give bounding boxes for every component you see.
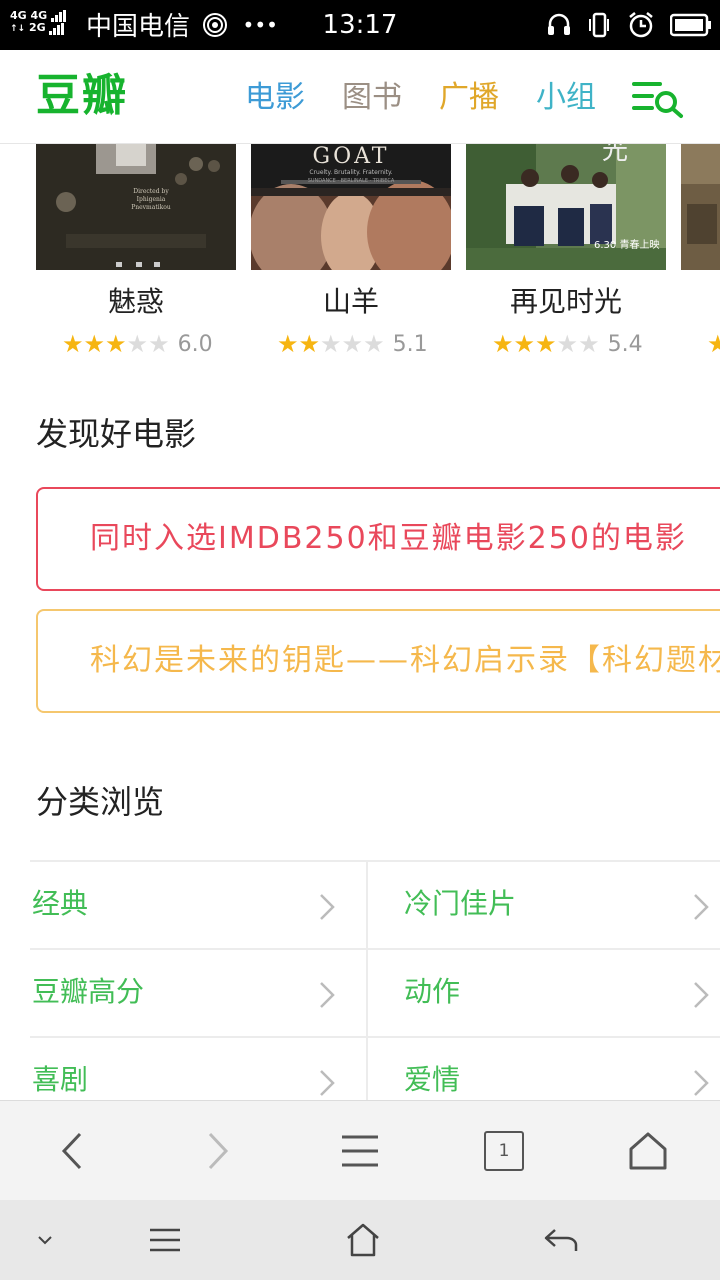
poster-title: GOAT xyxy=(312,144,390,169)
star-icon: ★ xyxy=(148,330,170,358)
star-icon: ★ xyxy=(363,330,385,358)
category-grid: 经典 冷门佳片 豆瓣高分 动作 喜剧 爱情 xyxy=(30,860,720,1100)
star-icon: ★ xyxy=(578,330,600,358)
category-label: 冷门佳片 xyxy=(404,887,517,920)
star-icon: ★ xyxy=(126,330,149,358)
star-icon: ★ xyxy=(320,330,342,358)
movie-rating: ★ ★ ★ ★ ★ 5.1 xyxy=(277,328,428,360)
movie-poster[interactable]: Directed by Iphigenia Pnevmatikou xyxy=(36,144,236,270)
discover-item-scifi[interactable]: 科幻是未来的钥匙——科幻启示录【科幻题材 xyxy=(36,609,720,713)
nav-movie[interactable]: 电影 xyxy=(245,78,305,118)
star-icon: ★ xyxy=(105,330,127,358)
star-icon: ★ xyxy=(298,330,321,358)
chevron-right-icon xyxy=(320,982,335,1008)
movie-strip: Directed by Iphigenia Pnevmatikou 魅惑 ★ ★ ★… xyxy=(0,144,720,364)
system-back-button[interactable] xyxy=(536,1216,586,1264)
home-icon xyxy=(347,1223,379,1257)
category-label: 豆瓣高分 xyxy=(32,975,145,1008)
movie-poster[interactable] xyxy=(681,144,720,270)
rating-score: 6.0 xyxy=(177,331,213,357)
forward-button[interactable] xyxy=(190,1123,246,1179)
battery-icon xyxy=(670,13,711,37)
category-label: 喜剧 xyxy=(32,1063,89,1096)
status-icons xyxy=(546,8,712,42)
system-menu-button[interactable] xyxy=(140,1216,190,1264)
category-label: 动作 xyxy=(404,975,461,1008)
browser-toolbar: 1 xyxy=(0,1100,720,1200)
headset-icon xyxy=(548,13,570,35)
category-title: 分类浏览 xyxy=(36,783,165,821)
discover-title: 发现好电影 xyxy=(36,415,197,453)
category-romance[interactable]: 爱情 xyxy=(368,1036,720,1100)
chevron-right-icon xyxy=(320,894,335,920)
chevron-right-icon xyxy=(208,1132,229,1170)
status-bar: 4G 4G ↑↓ 2G 中国电信 ••• 13:17 xyxy=(0,0,720,50)
chevron-right-icon xyxy=(694,982,709,1008)
category-underrated[interactable]: 冷门佳片 xyxy=(368,860,720,948)
nav-broadcast[interactable]: 广播 xyxy=(439,78,499,118)
star-icon: ★ xyxy=(62,330,84,358)
poster-date: 6.30 青春上映 xyxy=(594,240,660,251)
movie-title[interactable]: 山羊 xyxy=(251,282,451,322)
star-icon: ★ xyxy=(513,330,536,358)
menu-icon xyxy=(150,1228,180,1252)
category-label: 经典 xyxy=(32,887,89,920)
star-icon: ★ xyxy=(277,330,299,358)
menu-icon xyxy=(342,1135,378,1167)
chevron-left-icon xyxy=(61,1132,82,1170)
chevron-down-icon xyxy=(38,1236,52,1245)
movie-rating: ★ ★ ★ ★ ★ 5.4 xyxy=(492,328,643,360)
category-classic[interactable]: 经典 xyxy=(30,860,366,948)
star-icon: ★ xyxy=(535,330,557,358)
star-icon: ★ xyxy=(492,330,514,358)
douban-logo[interactable]: 豆瓣 xyxy=(36,68,128,124)
home-icon xyxy=(629,1132,667,1170)
back-button[interactable] xyxy=(44,1123,100,1179)
poster-tagline: Cruelty. Brutality. Fraternity. xyxy=(309,169,393,176)
star-icon: ★ xyxy=(556,330,579,358)
menu-search-icon[interactable] xyxy=(630,76,686,120)
vibrate-icon xyxy=(589,12,609,38)
category-comedy[interactable]: 喜剧 xyxy=(30,1036,366,1100)
discover-item-imdb[interactable]: 同时入选IMDB250和豆瓣电影250的电影 xyxy=(36,487,720,591)
home-button[interactable] xyxy=(620,1123,676,1179)
star-icon: ★ xyxy=(83,330,106,358)
rating-score: 5.4 xyxy=(607,331,643,357)
system-nav-bar xyxy=(0,1200,720,1280)
movie-title[interactable]: 魅惑 xyxy=(36,282,236,322)
star-icon: ★ xyxy=(707,330,720,358)
site-header: 豆瓣 电影 图书 广播 小组 xyxy=(0,50,720,144)
nav-group[interactable]: 小组 xyxy=(536,78,596,118)
poster-title-char: 光 xyxy=(602,144,629,166)
back-arrow-icon xyxy=(544,1229,578,1251)
movie-title[interactable]: 再见时光 xyxy=(466,282,666,322)
chevron-right-icon xyxy=(694,1070,709,1096)
movie-rating: ★ ★ ★ ★ ★ 6.0 xyxy=(62,328,213,360)
collapse-button[interactable] xyxy=(20,1216,70,1264)
category-top-rated[interactable]: 豆瓣高分 xyxy=(30,948,366,1036)
rating-score: 5.1 xyxy=(392,331,428,357)
poster-credit: Directed by Iphigenia Pnevmatikou xyxy=(131,188,171,211)
chevron-right-icon xyxy=(694,894,709,920)
movie-poster[interactable]: GOAT Cruelty. Brutality. Fraternity. SUN… xyxy=(251,144,451,270)
chevron-right-icon xyxy=(320,1070,335,1096)
alarm-icon xyxy=(629,12,653,38)
movie-poster[interactable]: 光 6.30 青春上映 xyxy=(466,144,666,270)
category-action[interactable]: 动作 xyxy=(368,948,720,1036)
poster-laurels: SUNDANCE · BERLINALE · TRIBECA xyxy=(307,178,395,184)
menu-button[interactable] xyxy=(332,1123,388,1179)
system-home-button[interactable] xyxy=(338,1216,388,1264)
movie-rating: ★ xyxy=(707,328,720,360)
category-label: 爱情 xyxy=(404,1063,461,1096)
star-icon: ★ xyxy=(341,330,364,358)
tabs-button[interactable]: 1 xyxy=(484,1131,524,1171)
nav-book[interactable]: 图书 xyxy=(342,78,402,118)
